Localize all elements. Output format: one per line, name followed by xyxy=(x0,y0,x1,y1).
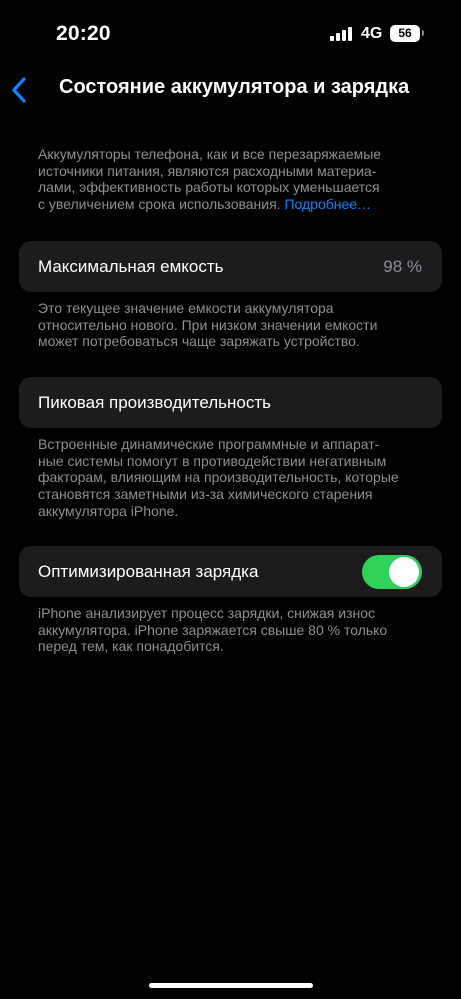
chevron-left-icon[interactable] xyxy=(8,76,32,104)
status-time: 20:20 xyxy=(56,22,111,45)
home-indicator[interactable] xyxy=(149,983,313,988)
optimized-charging-label: Оптимизированная зарядка xyxy=(38,562,259,581)
network-type: 4G xyxy=(361,25,383,42)
cellular-signal-icon xyxy=(330,27,352,41)
battery-icon: 56 xyxy=(390,25,420,42)
optimized-charging-row: Оптимизированная зарядка xyxy=(19,546,442,597)
intro-line: лами, эффективность работы которых умень… xyxy=(38,179,380,196)
footnote-line: Встроенные динамические программные и ап… xyxy=(38,436,380,452)
intro-line: источники питания, являются расходными м… xyxy=(38,162,377,179)
intro-line-text: с увеличением срока использования. xyxy=(38,196,281,213)
status-bar: 20:20 4G 56 xyxy=(0,0,461,56)
footnote-line: аккумулятора. iPhone заряжается свыше 80… xyxy=(38,621,388,638)
peak-performance-footnote: Встроенные динамические программные и ап… xyxy=(38,436,428,520)
footnote-line: аккумулятора iPhone. xyxy=(38,502,179,519)
footnote-line: ные системы помогут в противодействии не… xyxy=(38,452,387,469)
intro-line: Аккумуляторы телефона, как и все перезар… xyxy=(38,146,382,162)
intro-text: Аккумуляторы телефона, как и все перезар… xyxy=(38,146,428,213)
max-capacity-row: Максимальная емкость 98 % xyxy=(19,241,442,292)
max-capacity-label: Максимальная емкость xyxy=(38,257,224,276)
peak-performance-row: Пиковая производительность xyxy=(19,377,442,428)
optimized-charging-footnote: iPhone анализирует процесс зарядки, сниж… xyxy=(38,605,428,655)
max-capacity-footnote: Это текущее значение емкости аккумулятор… xyxy=(38,300,428,350)
footnote-line: перед тем, как понадобится. xyxy=(38,638,224,655)
optimized-charging-toggle[interactable] xyxy=(362,555,422,589)
footnote-line: факторам, влияющим на производительность… xyxy=(38,469,399,486)
max-capacity-value: 98 % xyxy=(383,257,422,276)
footnote-line: может потребоваться чаще заряжать устрой… xyxy=(38,333,360,350)
page-title: Состояние аккумулятора и зарядка xyxy=(59,76,410,98)
footnote-line: становятся заметными из-за химического с… xyxy=(38,486,373,503)
learn-more-link[interactable]: Подробнее… xyxy=(284,196,371,212)
footnote-line: iPhone анализирует процесс зарядки, сниж… xyxy=(38,605,376,621)
peak-performance-label: Пиковая производительность xyxy=(38,393,272,412)
battery-cap xyxy=(422,30,424,36)
toggle-knob xyxy=(389,557,419,587)
intro-line: с увеличением срока использования. Подро… xyxy=(38,196,428,213)
navigation-bar: Состояние аккумулятора и зарядка xyxy=(0,68,461,112)
footnote-line: Это текущее значение емкости аккумулятор… xyxy=(38,300,334,316)
footnote-line: относительно нового. При низком значении… xyxy=(38,316,378,333)
